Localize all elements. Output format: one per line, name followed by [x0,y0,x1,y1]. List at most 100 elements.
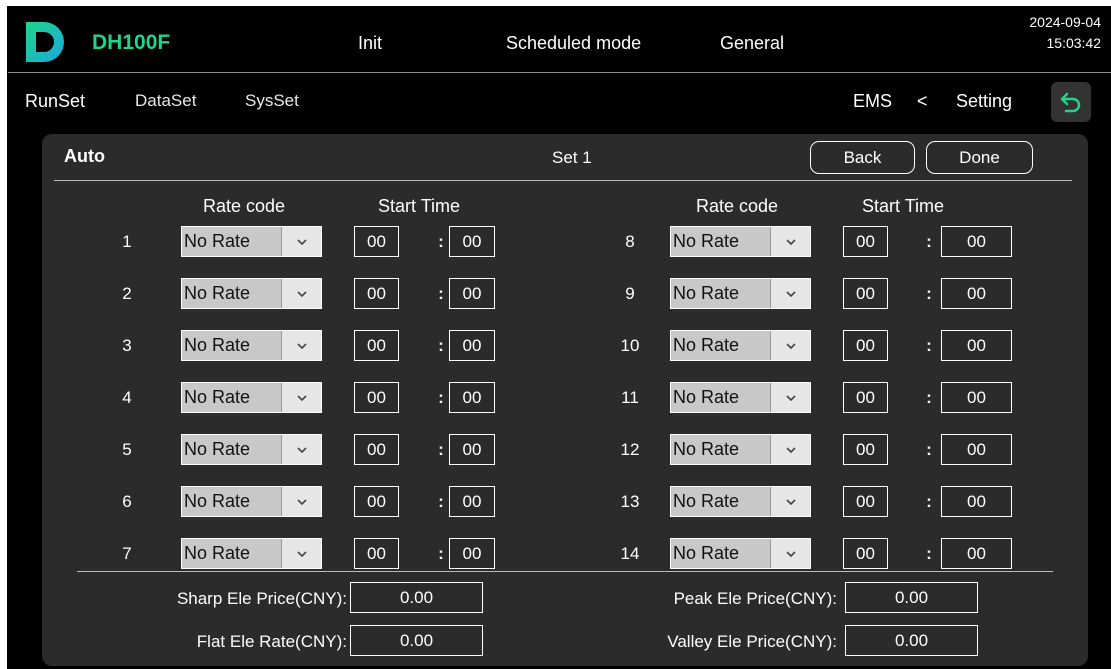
start-minute-input[interactable]: 00 [449,226,495,257]
rate-code-dropdown[interactable]: No Rate [181,486,322,517]
rate-code-dropdown[interactable]: No Rate [181,226,322,257]
start-minute-input[interactable]: 00 [941,382,1012,413]
rate-code-dropdown[interactable]: No Rate [181,330,322,361]
start-hour-input[interactable]: 00 [843,382,888,413]
chevron-down-icon [282,331,321,360]
chevron-down-icon [282,539,321,568]
brand-d-logo-icon [26,22,64,62]
chevron-down-icon [771,331,810,360]
clock: 2024-09-04 15:03:42 [1029,12,1101,54]
rate-code-header-left: Rate code [203,196,286,216]
back-button[interactable]: Back [810,141,915,174]
start-hour-input[interactable]: 00 [843,330,888,361]
start-hour-input[interactable]: 00 [354,382,399,413]
start-minute-input[interactable]: 00 [449,382,495,413]
tab-runset[interactable]: RunSet [25,91,85,112]
time-separator: : [926,440,932,459]
rate-code-dropdown[interactable]: No Rate [670,486,811,517]
window-border-top [0,0,1111,6]
start-minute-input[interactable]: 00 [449,330,495,361]
start-minute-input[interactable]: 00 [449,434,495,465]
time-separator: : [438,388,444,407]
start-hour-input[interactable]: 00 [843,486,888,517]
rate-code-dropdown[interactable]: No Rate [670,382,811,413]
time-separator: : [926,232,932,251]
rate-code-header-right: Rate code [696,196,779,216]
return-button[interactable] [1051,82,1091,122]
start-hour-input[interactable]: 00 [354,226,399,257]
rate-code-dropdown[interactable]: No Rate [181,538,322,569]
rate-code-dropdown[interactable]: No Rate [670,278,811,309]
row-number: 12 [620,440,640,459]
time-separator: : [926,388,932,407]
start-minute-input[interactable]: 00 [941,538,1012,569]
row-number: 7 [122,544,132,563]
start-minute-input[interactable]: 00 [449,538,495,569]
row-number: 13 [620,492,640,511]
time-separator: : [438,544,444,563]
footer-divider [77,571,1053,572]
time-separator: : [926,284,932,303]
row-number: 9 [625,284,635,303]
rate-code-dropdown[interactable]: No Rate [181,278,322,309]
profile-label: General [720,33,785,53]
tab-dataset[interactable]: DataSet [135,91,196,111]
rate-code-value: No Rate [671,279,771,308]
rate-code-value: No Rate [182,279,282,308]
rate-code-dropdown[interactable]: No Rate [181,382,322,413]
flat-rate-input[interactable]: 0.00 [350,625,483,656]
flat-rate-label: Flat Ele Rate(CNY): [196,632,347,651]
start-hour-input[interactable]: 00 [843,226,888,257]
start-hour-input[interactable]: 00 [354,434,399,465]
panel-title: Auto [64,146,105,166]
peak-price-input[interactable]: 0.00 [845,582,978,613]
rate-code-dropdown[interactable]: No Rate [670,226,811,257]
chevron-down-icon [282,227,321,256]
breadcrumb-ems[interactable]: EMS [853,91,892,112]
start-minute-input[interactable]: 00 [449,486,495,517]
breadcrumb-setting[interactable]: Setting [956,91,1012,112]
status-init: Init [358,33,383,53]
row-number: 10 [620,336,640,355]
time-separator: : [926,544,932,563]
start-minute-input[interactable]: 00 [941,486,1012,517]
rate-code-value: No Rate [182,331,282,360]
time-separator: : [926,336,932,355]
start-minute-input[interactable]: 00 [449,278,495,309]
start-hour-input[interactable]: 00 [843,278,888,309]
row-number: 5 [122,440,132,459]
sharp-price-input[interactable]: 0.00 [350,582,483,613]
rate-code-dropdown[interactable]: No Rate [670,538,811,569]
start-hour-input[interactable]: 00 [354,330,399,361]
chevron-down-icon [282,435,321,464]
rate-code-dropdown[interactable]: No Rate [670,330,811,361]
row-number: 8 [625,232,635,251]
rate-code-value: No Rate [182,383,282,412]
chevron-down-icon [771,227,810,256]
return-arrow-icon [1060,92,1081,113]
time-separator: : [438,492,444,511]
mode-label: Scheduled mode [506,33,642,53]
rate-code-value: No Rate [182,487,282,516]
start-minute-input[interactable]: 00 [941,330,1012,361]
start-minute-input[interactable]: 00 [941,434,1012,465]
rate-code-dropdown[interactable]: No Rate [670,434,811,465]
start-time-header-right: Start Time [862,196,945,216]
window-border-left [0,0,7,669]
start-minute-input[interactable]: 00 [941,278,1012,309]
time-separator: : [438,232,444,251]
start-hour-input[interactable]: 00 [843,434,888,465]
start-hour-input[interactable]: 00 [843,538,888,569]
start-hour-input[interactable]: 00 [354,538,399,569]
start-hour-input[interactable]: 00 [354,278,399,309]
valley-price-input[interactable]: 0.00 [845,625,978,656]
time-separator: : [438,284,444,303]
chevron-down-icon [282,383,321,412]
done-button[interactable]: Done [926,141,1033,174]
rate-code-dropdown[interactable]: No Rate [181,434,322,465]
start-hour-input[interactable]: 00 [354,486,399,517]
rate-code-value: No Rate [671,539,771,568]
rate-code-value: No Rate [671,435,771,464]
start-minute-input[interactable]: 00 [941,226,1012,257]
tab-sysset[interactable]: SysSet [245,91,299,111]
